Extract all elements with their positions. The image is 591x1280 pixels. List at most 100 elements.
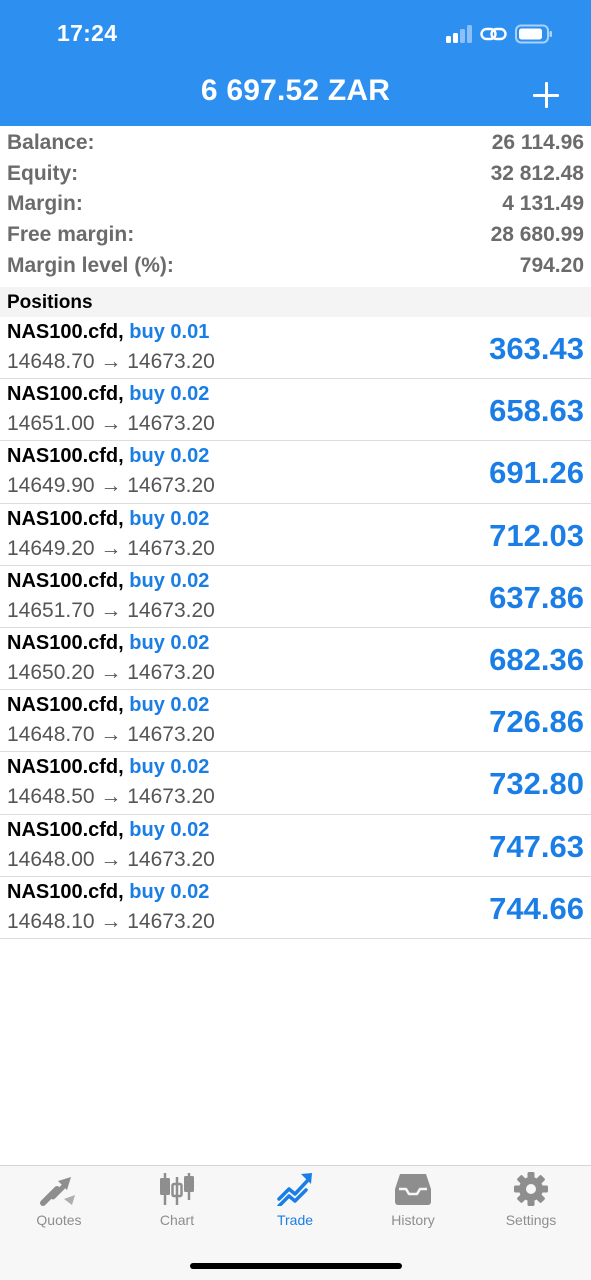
- position-profit: 637.86: [489, 579, 584, 615]
- position-prices: 14648.00 → 14673.20: [7, 847, 215, 871]
- tab-quotes[interactable]: Quotes: [4, 1172, 114, 1236]
- position-title: NAS100.cfd, buy 0.01: [7, 321, 209, 344]
- position-profit: 712.03: [489, 517, 584, 553]
- position-side: buy 0.02: [129, 383, 210, 406]
- position-symbol: NAS100.cfd,: [7, 694, 124, 717]
- position-symbol: NAS100.cfd,: [7, 507, 124, 530]
- positions-section-header: Positions: [0, 287, 591, 317]
- summary-row-margin-level: Margin level (%): 794.20: [0, 250, 591, 281]
- position-prices: 14649.20 → 14673.20: [7, 536, 215, 560]
- tab-label: Chart: [159, 1212, 195, 1228]
- summary-label: Free margin:: [7, 223, 135, 247]
- position-row[interactable]: NAS100.cfd, buy 0.02 14651.00 → 14673.20…: [0, 379, 591, 442]
- position-side: buy 0.02: [129, 880, 210, 903]
- equity-header-title: 6 697.52 ZAR: [200, 74, 391, 107]
- position-symbol: NAS100.cfd,: [7, 321, 124, 343]
- position-profit: 691.26: [489, 455, 584, 491]
- position-prices: 14648.70 → 14673.20: [7, 723, 215, 747]
- position-title: NAS100.cfd, buy 0.02: [7, 756, 209, 779]
- position-title: NAS100.cfd, buy 0.02: [7, 445, 209, 468]
- position-prices: 14648.10 → 14673.20: [7, 909, 215, 933]
- position-row[interactable]: NAS100.cfd, buy 0.02 14651.70 → 14673.20…: [0, 566, 591, 628]
- position-title: NAS100.cfd, buy 0.02: [7, 632, 209, 655]
- position-prices: 14649.90 → 14673.20: [7, 474, 215, 498]
- position-profit: 744.66: [489, 890, 584, 926]
- position-profit: 682.36: [489, 641, 584, 677]
- summary-label: Margin level (%):: [7, 253, 174, 277]
- summary-label: Balance:: [7, 131, 95, 155]
- position-prices: 14650.20 → 14673.20: [7, 660, 215, 684]
- position-prices: 14651.00 → 14673.20: [7, 412, 215, 436]
- position-title: NAS100.cfd, buy 0.02: [7, 694, 209, 717]
- summary-row-equity: Equity: 32 812.48: [0, 159, 591, 190]
- summary-row-free-margin: Free margin: 28 680.99: [0, 220, 591, 251]
- position-profit: 726.86: [489, 704, 584, 740]
- position-side: buy 0.02: [129, 756, 210, 779]
- account-summary: Balance: 26 114.96 Equity: 32 812.48 Mar…: [0, 128, 591, 281]
- position-row[interactable]: NAS100.cfd, buy 0.02 14649.90 → 14673.20…: [0, 441, 591, 504]
- summary-row-margin: Margin: 4 131.49: [0, 189, 591, 220]
- position-side: buy 0.02: [129, 507, 210, 530]
- position-row[interactable]: NAS100.cfd, buy 0.02 14648.10 → 14673.20…: [0, 877, 591, 939]
- summary-value: 794.20: [519, 253, 584, 277]
- positions-list: NAS100.cfd, buy 0.01 14648.70 → 14673.20…: [0, 317, 591, 939]
- quotes-arrows-icon: [40, 1177, 75, 1206]
- position-title: NAS100.cfd, buy 0.02: [7, 383, 209, 406]
- tab-chart[interactable]: Chart: [122, 1172, 232, 1236]
- tab-label: Quotes: [36, 1212, 82, 1228]
- tab-label: Settings: [505, 1212, 557, 1228]
- position-row[interactable]: NAS100.cfd, buy 0.02 14648.00 → 14673.20…: [0, 815, 591, 877]
- position-symbol: NAS100.cfd,: [7, 569, 124, 592]
- summary-value: 32 812.48: [490, 161, 584, 185]
- position-side: buy 0.01: [129, 321, 210, 343]
- status-time: 17:24: [57, 20, 118, 46]
- trade-screen: 17:24 6 697.52 ZAR Balance: 26 114.96 Eq…: [0, 0, 591, 1280]
- position-symbol: NAS100.cfd,: [7, 818, 124, 841]
- position-profit: 732.80: [489, 766, 584, 802]
- home-indicator[interactable]: [190, 1263, 402, 1269]
- position-side: buy 0.02: [129, 631, 210, 654]
- status-icons: [446, 22, 553, 46]
- position-profit: 747.63: [489, 828, 584, 864]
- position-symbol: NAS100.cfd,: [7, 383, 124, 406]
- trade-trend-icon: [277, 1173, 312, 1206]
- position-title: NAS100.cfd, buy 0.02: [7, 881, 209, 904]
- position-prices: 14651.70 → 14673.20: [7, 598, 215, 622]
- link-icon: [480, 27, 507, 41]
- position-symbol: NAS100.cfd,: [7, 880, 124, 903]
- position-title: NAS100.cfd, buy 0.02: [7, 819, 209, 842]
- position-row[interactable]: NAS100.cfd, buy 0.01 14648.70 → 14673.20…: [0, 317, 591, 380]
- tab-history[interactable]: History: [358, 1172, 468, 1236]
- top-bar: 17:24 6 697.52 ZAR: [0, 0, 591, 126]
- position-symbol: NAS100.cfd,: [7, 445, 124, 468]
- position-prices: 14648.50 → 14673.20: [7, 785, 215, 809]
- position-title: NAS100.cfd, buy 0.02: [7, 508, 209, 531]
- summary-value: 26 114.96: [491, 131, 584, 155]
- position-row[interactable]: NAS100.cfd, buy 0.02 14649.20 → 14673.20…: [0, 504, 591, 566]
- summary-label: Equity:: [7, 161, 79, 185]
- position-row[interactable]: NAS100.cfd, buy 0.02 14648.70 → 14673.20…: [0, 690, 591, 753]
- summary-value: 28 680.99: [490, 223, 584, 247]
- summary-value: 4 131.49: [502, 192, 584, 216]
- position-profit: 363.43: [489, 331, 584, 366]
- tab-label: Trade: [276, 1212, 314, 1228]
- history-inbox-icon: [395, 1174, 431, 1205]
- position-symbol: NAS100.cfd,: [7, 631, 124, 654]
- position-side: buy 0.02: [129, 445, 210, 468]
- gear-icon: [514, 1172, 548, 1206]
- position-profit: 658.63: [489, 393, 584, 429]
- tab-trade[interactable]: Trade: [240, 1172, 350, 1236]
- plus-icon[interactable]: [531, 80, 561, 110]
- position-side: buy 0.02: [129, 694, 210, 717]
- position-row[interactable]: NAS100.cfd, buy 0.02 14648.50 → 14673.20…: [0, 752, 591, 815]
- summary-label: Margin:: [7, 192, 83, 216]
- tab-label: History: [391, 1212, 435, 1228]
- position-side: buy 0.02: [129, 818, 210, 841]
- position-row[interactable]: NAS100.cfd, buy 0.02 14650.20 → 14673.20…: [0, 628, 591, 691]
- tab-settings[interactable]: Settings: [476, 1172, 586, 1236]
- candlestick-chart-icon: [160, 1173, 194, 1205]
- position-title: NAS100.cfd, buy 0.02: [7, 570, 209, 593]
- summary-row-balance: Balance: 26 114.96: [0, 128, 591, 159]
- position-prices: 14648.70 → 14673.20: [7, 350, 215, 373]
- position-symbol: NAS100.cfd,: [7, 756, 124, 779]
